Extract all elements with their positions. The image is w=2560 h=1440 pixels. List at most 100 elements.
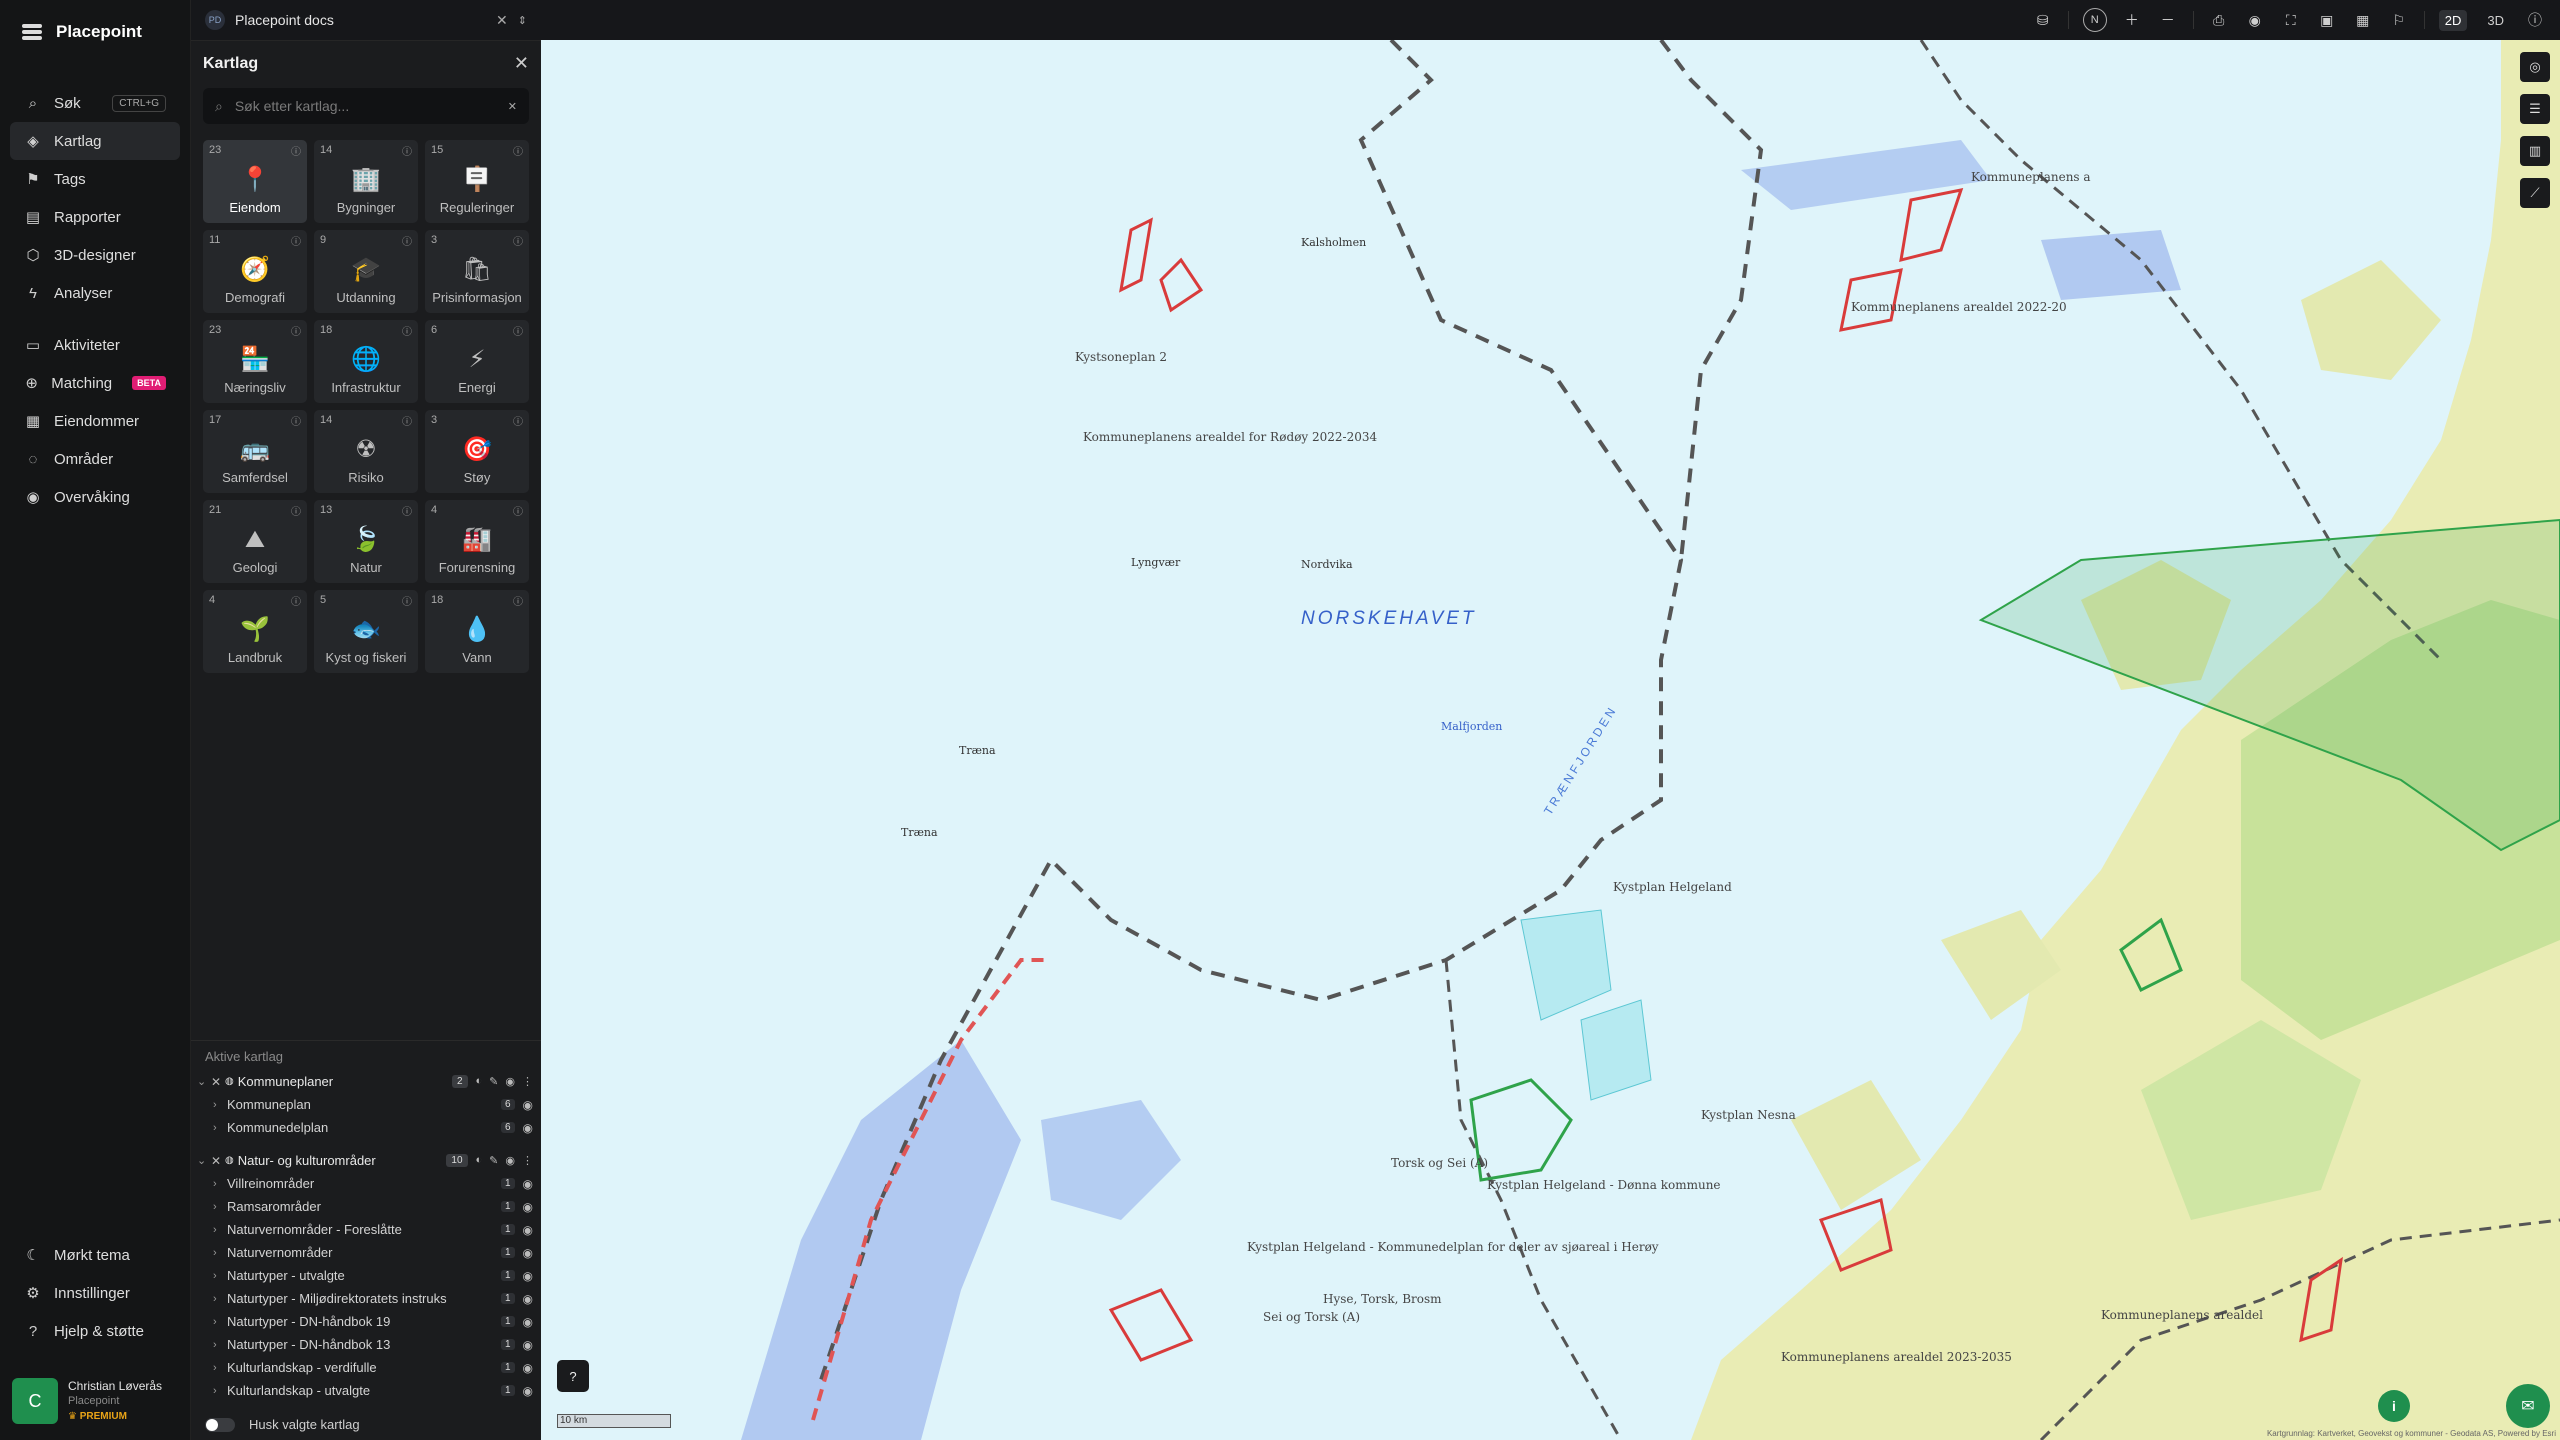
chevron-right-icon[interactable]: › xyxy=(213,1293,227,1305)
category-tile[interactable]: 5 ⓘ 🐟 Kyst og fiskeri xyxy=(314,590,418,673)
print-icon[interactable]: ⎙ xyxy=(2208,12,2230,29)
nav-item-eiendommer[interactable]: ▦ Eiendommer xyxy=(10,402,180,440)
eye-icon[interactable]: ◉ xyxy=(523,1098,533,1112)
layer-search-input[interactable] xyxy=(232,97,498,115)
chevron-right-icon[interactable]: › xyxy=(213,1201,227,1213)
chevron-right-icon[interactable]: › xyxy=(213,1270,227,1282)
eye-icon[interactable]: ◉ xyxy=(523,1223,533,1237)
nav-item-omrader[interactable]: ◌ Områder xyxy=(10,440,180,478)
category-tile[interactable]: 14 ⓘ ☢ Risiko xyxy=(314,410,418,493)
chevron-down-icon[interactable]: ⌄ xyxy=(197,1154,211,1167)
nav-item-kartlag[interactable]: ◈ Kartlag xyxy=(10,122,180,160)
close-icon[interactable]: ✕ xyxy=(496,12,508,29)
nav-item-3d-designer[interactable]: ⬡ 3D-designer xyxy=(10,236,180,274)
info-icon[interactable]: ⓘ xyxy=(291,323,301,338)
opacity-icon[interactable]: ◐ xyxy=(476,1075,483,1088)
locate-icon[interactable]: ◎ xyxy=(2520,52,2550,82)
category-tile[interactable]: 18 ⓘ 💧 Vann xyxy=(425,590,529,673)
category-tile[interactable]: 4 ⓘ 🏭 Forurensning xyxy=(425,500,529,583)
nav-item-analyser[interactable]: ϟ Analyser xyxy=(10,274,180,312)
chevron-right-icon[interactable]: › xyxy=(213,1099,227,1111)
category-tile[interactable]: 17 ⓘ 🚌 Samferdsel xyxy=(203,410,307,493)
layer-group[interactable]: ⌄ ✕ ◍ Natur- og kulturområder 10 ◐ ✎ ◉ ⋮ xyxy=(191,1149,541,1172)
nav-item-search[interactable]: ⌕ Søk CTRL+G xyxy=(10,84,180,122)
eye-icon[interactable]: ◉ xyxy=(523,1177,533,1191)
category-tile[interactable]: 18 ⓘ 🌐 Infrastruktur xyxy=(314,320,418,403)
map-help-button[interactable]: ? xyxy=(557,1360,589,1392)
info-icon[interactable]: ⓘ xyxy=(513,413,523,428)
category-tile[interactable]: 15 ⓘ 🪧 Reguleringer xyxy=(425,140,529,223)
clear-icon[interactable]: ✕ xyxy=(508,100,517,113)
zoom-out-icon[interactable]: － xyxy=(2157,10,2179,30)
eye-icon[interactable]: ◉ xyxy=(523,1292,533,1306)
info-icon[interactable]: ⓘ xyxy=(402,593,412,608)
chevron-right-icon[interactable]: › xyxy=(213,1316,227,1328)
info-icon[interactable]: ⓘ xyxy=(513,143,523,158)
layer-item[interactable]: › Naturtyper - DN-håndbok 13 1 ◉ xyxy=(191,1333,541,1356)
document-tab[interactable]: PD Placepoint docs ✕ ⇕ xyxy=(191,0,541,41)
layer-item[interactable]: › Ramsarområder 1 ◉ xyxy=(191,1195,541,1218)
layer-item[interactable]: › Kommuneplan 6 ◉ xyxy=(191,1093,541,1116)
category-tile[interactable]: 3 ⓘ 🎯 Støy xyxy=(425,410,529,493)
nav-item-settings[interactable]: ⚙ Innstillinger xyxy=(10,1274,180,1312)
edit-icon[interactable]: ✎ xyxy=(489,1154,498,1167)
layer-item[interactable]: › Kulturlandskap - verdifulle 1 ◉ xyxy=(191,1356,541,1379)
nav-item-aktiviteter[interactable]: ▭ Aktiviteter xyxy=(10,326,180,364)
layer-item[interactable]: › Naturtyper - DN-håndbok 19 1 ◉ xyxy=(191,1310,541,1333)
nav-item-matching[interactable]: ⊕ Matching BETA xyxy=(10,364,180,402)
chevron-right-icon[interactable]: › xyxy=(213,1362,227,1374)
info-icon[interactable]: ⓘ xyxy=(402,143,412,158)
fullscreen-icon[interactable]: ⛶ xyxy=(2280,12,2302,29)
info-icon[interactable]: ⓘ xyxy=(513,593,523,608)
layer-item[interactable]: › Kulturlandskap - utvalgte 1 ◉ xyxy=(191,1379,541,1402)
nav-item-rapporter[interactable]: ▤ Rapporter xyxy=(10,198,180,236)
opacity-icon[interactable]: ◐ xyxy=(476,1154,483,1167)
map-canvas[interactable]: NORSKEHAVET TRÆNFJORDEN Træna Træna Lyng… xyxy=(541,40,2560,1440)
info-icon[interactable]: ⓘ xyxy=(402,413,412,428)
layer-item[interactable]: › Naturvernområder 1 ◉ xyxy=(191,1241,541,1264)
category-tile[interactable]: 3 ⓘ 🛍 Prisinformasjon xyxy=(425,230,529,313)
layer-group[interactable]: ⌄ ✕ ◍ Kommuneplaner 2 ◐ ✎ ◉ ⋮ xyxy=(191,1070,541,1093)
measure-icon[interactable]: ⟋ xyxy=(2520,178,2550,208)
nav-item-dark-theme[interactable]: ☾ Mørkt tema xyxy=(10,1236,180,1274)
grid-icon[interactable]: ▦ xyxy=(2352,12,2374,29)
eye-icon[interactable]: ◉ xyxy=(523,1361,533,1375)
info-icon[interactable]: ⓘ xyxy=(402,233,412,248)
info-icon[interactable]: ⓘ xyxy=(291,413,301,428)
chevron-right-icon[interactable]: › xyxy=(213,1247,227,1259)
chevron-right-icon[interactable]: › xyxy=(213,1122,227,1134)
layer-item[interactable]: › Naturtyper - Miljødirektoratets instruk… xyxy=(191,1287,541,1310)
category-tile[interactable]: 23 ⓘ 📍 Eiendom xyxy=(203,140,307,223)
nav-item-tags[interactable]: ⚑ Tags xyxy=(10,160,180,198)
camera-icon[interactable]: ▣ xyxy=(2316,12,2338,29)
category-tile[interactable]: 6 ⓘ ⚡ Energi xyxy=(425,320,529,403)
eye-icon[interactable]: ◉ xyxy=(523,1384,533,1398)
info-icon[interactable]: ⓘ xyxy=(291,233,301,248)
more-icon[interactable]: ⋮ xyxy=(522,1154,533,1167)
zoom-in-icon[interactable]: ＋ xyxy=(2121,10,2143,30)
brand[interactable]: Placepoint xyxy=(0,0,190,62)
nav-item-overvaking[interactable]: ◉ Overvåking xyxy=(10,478,180,516)
chevron-right-icon[interactable]: › xyxy=(213,1178,227,1190)
eye-icon[interactable]: ◉ xyxy=(523,1338,533,1352)
layers-stack-icon[interactable]: ⛁ xyxy=(2032,12,2054,29)
mode-3d-button[interactable]: 3D xyxy=(2481,10,2510,31)
info-icon[interactable]: ⓘ xyxy=(291,593,301,608)
close-panel-icon[interactable]: ✕ xyxy=(514,53,529,74)
category-tile[interactable]: 4 ⓘ 🌱 Landbruk xyxy=(203,590,307,673)
category-tile[interactable]: 13 ⓘ 🍃 Natur xyxy=(314,500,418,583)
user-card[interactable]: C Christian Løverås Placepoint ♛ PREMIUM xyxy=(12,1372,178,1430)
info-icon[interactable]: ⓘ xyxy=(402,503,412,518)
layer-item[interactable]: › Kommunedelplan 6 ◉ xyxy=(191,1116,541,1139)
info-button[interactable]: i xyxy=(2378,1390,2410,1422)
info-icon[interactable]: ⓘ xyxy=(513,503,523,518)
eye-icon[interactable]: ◉ xyxy=(523,1121,533,1135)
chevron-right-icon[interactable]: › xyxy=(213,1385,227,1397)
bookmark-icon[interactable]: ⚐ xyxy=(2388,12,2410,29)
remember-toggle[interactable] xyxy=(205,1417,235,1432)
category-tile[interactable]: 9 ⓘ 🎓 Utdanning xyxy=(314,230,418,313)
eye-icon[interactable]: ◉ xyxy=(523,1269,533,1283)
eye-icon[interactable]: ◉ xyxy=(523,1200,533,1214)
category-tile[interactable]: 23 ⓘ 🏪 Næringsliv xyxy=(203,320,307,403)
nav-item-help[interactable]: ? Hjelp & støtte xyxy=(10,1312,180,1350)
